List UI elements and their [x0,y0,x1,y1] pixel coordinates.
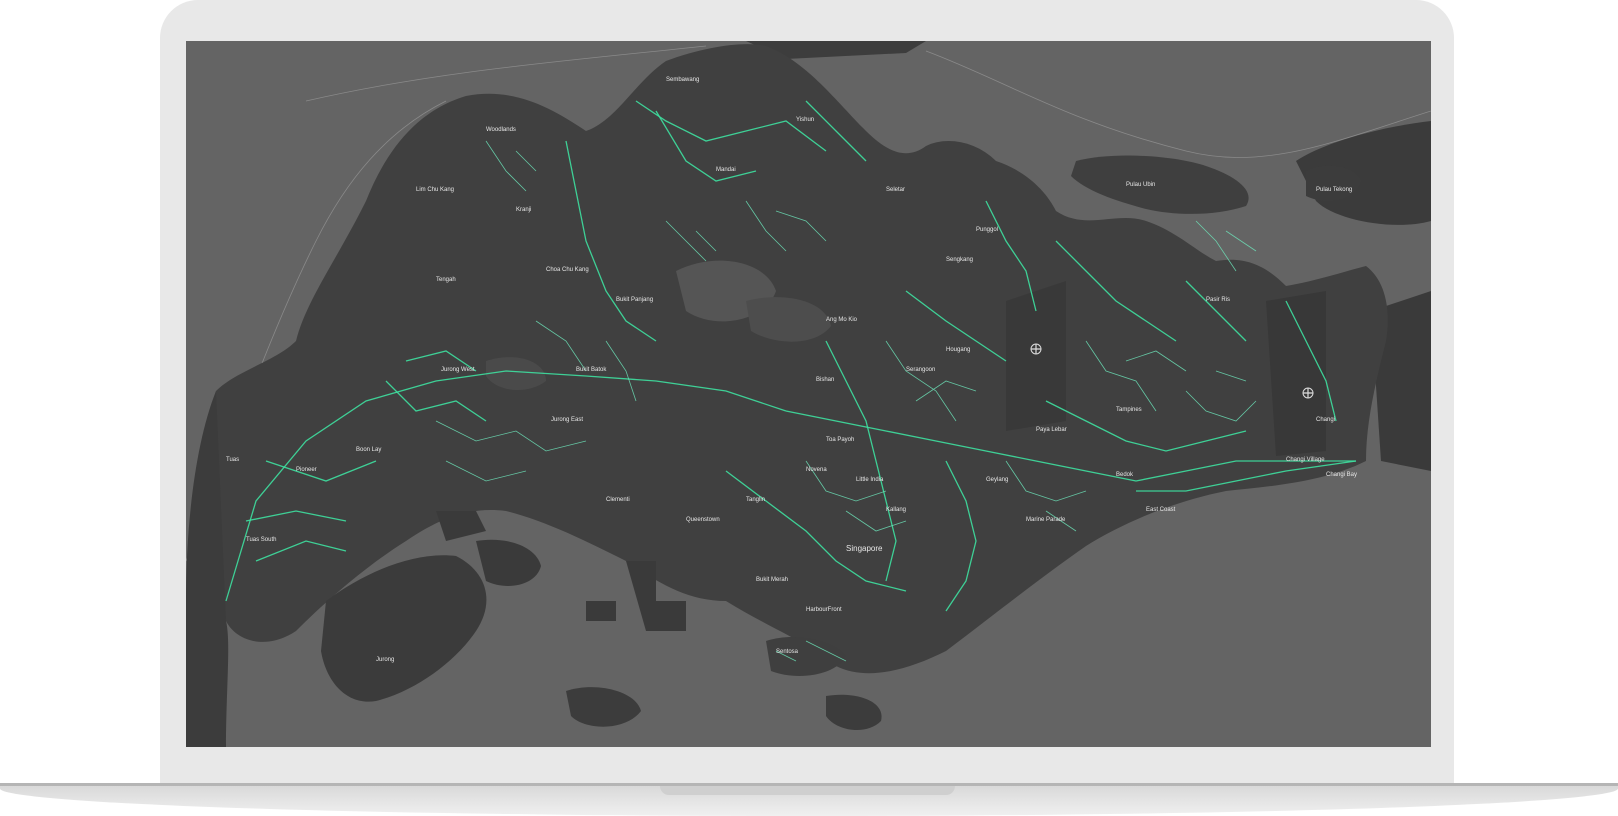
wharf-2 [586,601,616,621]
label-east-coast: East Coast [1146,507,1176,513]
label-novena: Novena [806,467,827,473]
label-tanglin: Tanglin [746,497,765,503]
label-woodlands: Woodlands [486,127,516,133]
paya-lebar-airbase [1006,281,1066,431]
map-screen[interactable]: Jurong West Jurong East Boon Lay Tuas So… [186,41,1431,747]
label-bukit-merah: Bukit Merah [756,577,788,583]
label-jurong-east: Jurong East [551,417,583,423]
label-changi-village: Changi Village [1286,457,1325,463]
label-punggol: Punggol [976,227,998,233]
label-kallang: Kallang [886,507,906,513]
label-serangoon: Serangoon [906,367,935,373]
label-harbourfront: HarbourFront [806,607,842,613]
label-boon-lay: Boon Lay [356,447,381,453]
label-toa-payoh: Toa Payoh [826,437,854,443]
label-paya-lebar: Paya Lebar [1036,427,1067,433]
label-hougang: Hougang [946,347,970,353]
label-sentosa: Sentosa [776,649,799,655]
airport-icon[interactable] [1030,343,1042,355]
label-changi: Changi [1316,417,1335,423]
label-singapore: Singapore [846,544,883,553]
label-sembawang: Sembawang [666,77,699,83]
label-bedok: Bedok [1116,472,1134,478]
label-yishun: Yishun [796,117,814,123]
label-geylang: Geylang [986,477,1008,483]
map-canvas[interactable]: Jurong West Jurong East Boon Lay Tuas So… [186,41,1431,747]
label-kranji: Kranji [516,207,531,213]
label-ang-mo-kio: Ang Mo Kio [826,317,858,323]
label-jurong-west: Jurong West [441,367,475,373]
label-pulau-tekong: Pulau Tekong [1316,187,1352,193]
label-pioneer: Pioneer [296,467,317,473]
label-changi-bay: Changi Bay [1326,472,1357,478]
label-lim-chu-kang: Lim Chu Kang [416,187,454,193]
airport-icon[interactable] [1302,387,1314,399]
label-tuas: Tuas [226,457,239,463]
label-bukit-batok: Bukit Batok [576,367,607,373]
label-bishan: Bishan [816,377,834,383]
label-choa-chu-kang: Choa Chu Kang [546,267,589,273]
label-sengkang: Sengkang [946,257,973,263]
label-tampines: Tampines [1116,407,1142,413]
label-little-india: Little India [856,477,884,483]
label-clementi: Clementi [606,497,630,503]
changi-airport-area [1266,291,1326,456]
label-tuas-south: Tuas South [246,537,276,543]
label-mandai: Mandai [716,167,736,173]
label-jurong: Jurong [376,657,394,663]
laptop-notch [660,786,955,795]
label-marine-parade: Marine Parade [1026,517,1066,523]
label-pulau-ubin: Pulau Ubin [1126,182,1155,188]
label-queenstown: Queenstown [686,517,720,523]
label-tengah: Tengah [436,277,456,283]
label-pasir-ris: Pasir Ris [1206,297,1230,303]
label-seletar: Seletar [886,187,905,193]
label-bukit-panjang: Bukit Panjang [616,297,653,303]
